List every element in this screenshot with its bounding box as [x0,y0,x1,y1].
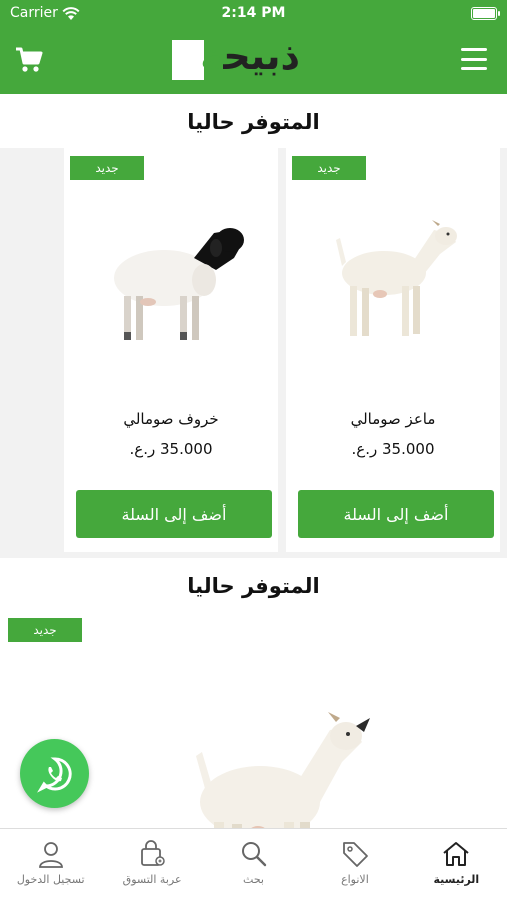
tab-label: عربة التسوق [122,873,182,886]
tab-home[interactable]: الرئيسية [406,829,507,900]
product-row[interactable]: جديد ماعز صومالي 35.000 ر.ع. أضف إلى الس… [0,148,507,554]
shopping-bag-icon [141,840,165,866]
product-card[interactable]: جديد ماعز صومالي 35.000 ر.ع. أضف إلى الس… [286,148,500,552]
sheep-icon [114,228,244,340]
cart-button[interactable] [14,45,44,75]
tab-label: تسجيل الدخول [16,873,85,886]
shopping-cart-icon [16,47,43,72]
add-to-cart-button[interactable]: أضف إلى السلة [76,490,272,538]
product-price: 35.000 ر.ع. [351,440,435,458]
product-name: خروف صومالي [123,410,219,428]
tag-icon [343,842,368,867]
clock: 2:14 PM [221,5,286,21]
status-bar: Carrier 2:14 PM [0,0,507,28]
search-icon [241,842,266,867]
menu-button[interactable] [461,48,487,70]
product-price: 35.000 ر.ع. [129,440,213,458]
add-to-cart-button[interactable]: أضف إلى السلة [298,490,494,538]
new-badge: جديد [292,156,366,180]
tab-search[interactable]: بحث [203,829,304,900]
tab-label: الانواع [341,873,369,886]
tab-label: الرئيسية [433,873,480,886]
whatsapp-button[interactable] [20,739,89,808]
content[interactable]: المتوفر حاليا جديد ماعز صومالي 35.000 ر.… [0,94,507,828]
user-icon [38,842,63,868]
goat-icon [196,712,370,828]
section-title: المتوفر حاليا [0,558,507,612]
goat-icon [336,220,457,336]
new-badge: جديد [70,156,144,180]
tab-bar: تسجيل الدخول عربة التسوق بحث الانواع الر… [0,828,507,900]
battery-icon [471,7,500,20]
tab-cart[interactable]: عربة التسوق [101,829,202,900]
whatsapp-icon [36,756,72,793]
tab-label: بحث [243,873,264,886]
tab-login[interactable]: تسجيل الدخول [0,829,101,900]
product-name: ماعز صومالي [350,410,436,428]
app-header: ذبيحة [0,28,507,94]
product-card[interactable]: جديد خروف صومالي 35.000 ر.ع. أضف إلى الس… [64,148,278,552]
partial-card [0,148,52,552]
logo-text: ذبيحة [200,34,301,78]
tab-categories[interactable]: الانواع [304,829,405,900]
home-icon [443,842,469,866]
section-title: المتوفر حاليا [0,94,507,148]
new-badge: جديد [8,618,82,642]
app-logo: ذبيحة [172,34,301,82]
hamburger-icon [461,48,487,51]
